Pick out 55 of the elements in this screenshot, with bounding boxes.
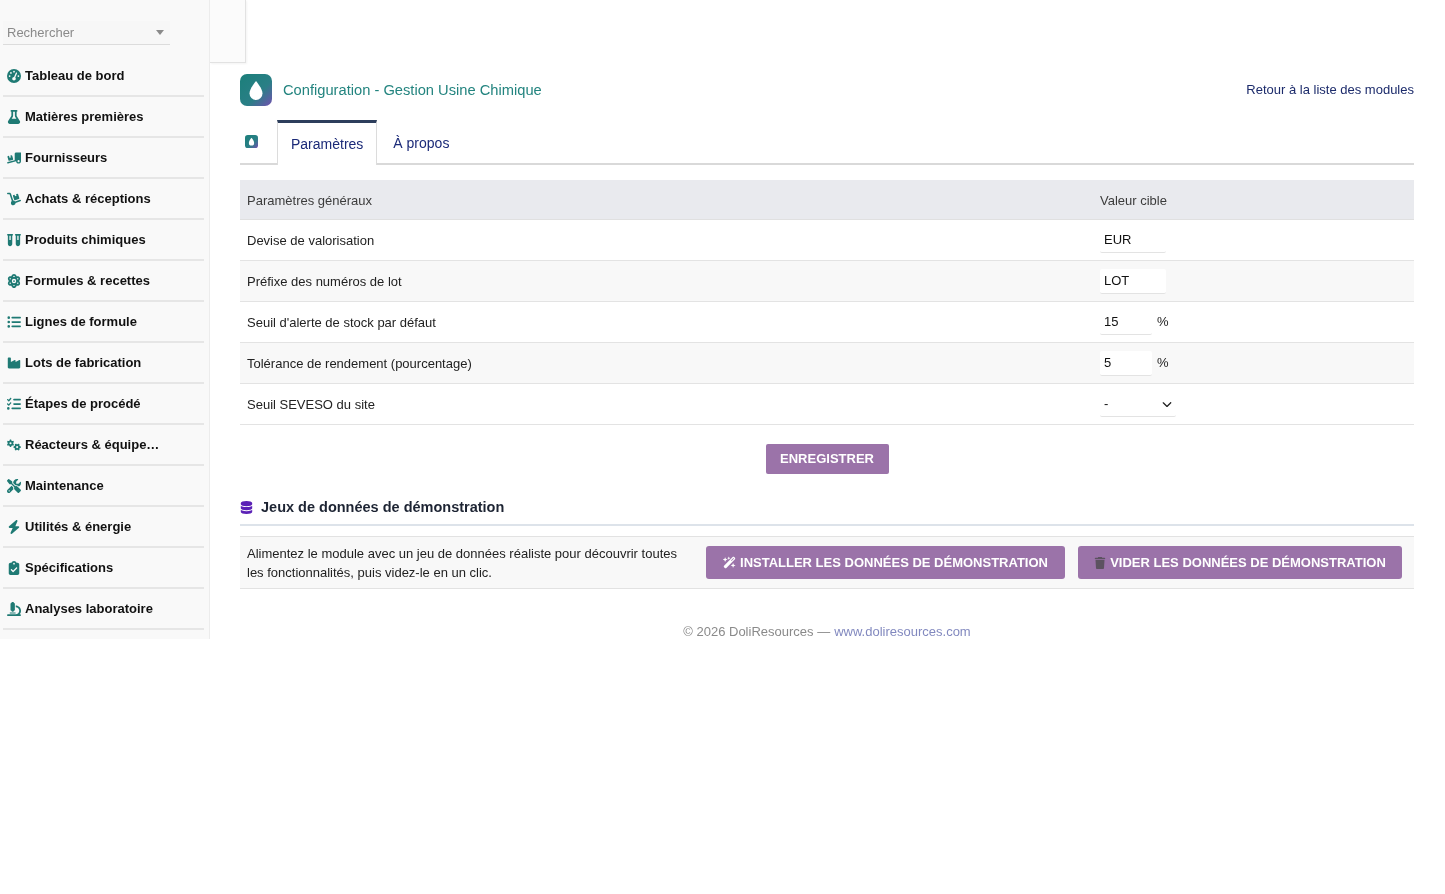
copyright-text: © 2026 DoliResources — [683,623,831,641]
sidebar-item[interactable]: Analyses laboratoire [3,589,204,630]
sidebar-item[interactable]: Produits chimiques [3,220,204,261]
flask-icon [7,109,21,124]
setting-label: Seuil d'alerte de stock par défaut [247,315,436,330]
tab[interactable]: À propos [377,120,466,163]
unit-label: % [1157,313,1169,332]
database-icon [240,501,253,514]
column-header: Valeur cible [1100,192,1167,208]
sidebar-item[interactable]: Tableau de bord [3,56,204,97]
save-button[interactable]: ENREGISTRER [765,444,889,474]
atom-icon [7,273,21,288]
checklist-icon [7,396,21,411]
microscope-icon [7,601,21,616]
sidebar-item[interactable]: Utilités & énergie [3,507,204,548]
setting-label: Seuil SEVESO du site [247,397,375,412]
setting-label: Tolérance de rendement (pourcentage) [247,356,472,371]
truck-icon [7,150,21,165]
list-icon [7,314,21,329]
sidebar-item[interactable]: Spécifications [3,548,204,589]
tab[interactable]: Paramètres [277,120,378,165]
unit-label: % [1157,354,1169,373]
droplet-tab-icon [245,135,258,148]
magic-wand-icon [723,556,737,569]
clipboard-check-icon [7,560,21,575]
dolly-icon [7,191,21,206]
gauge-icon [7,68,21,83]
gears-icon [7,437,21,452]
back-link[interactable]: Retour à la liste des modules [1246,80,1414,100]
sidebar-item[interactable]: Fournisseurs [3,138,204,179]
setting-label: Devise de valorisation [247,233,375,248]
sidebar-item[interactable]: Étapes de procédé [3,384,204,425]
sidebar-item[interactable]: Lots de fabrication [3,343,204,384]
demo-data-button[interactable]: VIDER LES DONNÉES DE DÉMONSTRATION [1078,546,1402,579]
factory-icon [7,355,21,370]
page-title: Configuration - Gestion Usine Chimique [283,80,542,100]
sidebar-item[interactable]: Achats & réceptions [3,179,204,220]
droplet-logo-icon [240,74,272,106]
text-input[interactable]: LOT [1100,268,1166,294]
demo-data-button[interactable]: INSTALLER LES DONNÉES DE DÉMONSTRATION [706,546,1065,579]
trash-icon [1094,556,1107,569]
caret-icon [156,30,164,35]
setting-label: Préfixe des numéros de lot [247,274,402,289]
sidebar-item[interactable]: Réacteurs & équipe… [3,425,204,466]
tools-icon [7,478,21,493]
column-header: Paramètres généraux [247,192,372,208]
sidebar-item[interactable]: Maintenance [3,466,204,507]
number-input[interactable]: 5 [1100,350,1152,376]
sidebar-item[interactable]: Formules & recettes [3,261,204,302]
sidebar-item[interactable]: Lignes de formule [3,302,204,343]
vials-icon [7,232,21,247]
section-title: Jeux de données de démonstration [261,497,505,517]
bolt-icon [7,519,21,534]
description-text: Alimentez le module avec un jeu de données réaliste pour découvrir toutes les fonctionnalités, puis videz-le en un clic. [247,544,678,582]
sidebar-item[interactable]: Matières premières [3,97,204,138]
